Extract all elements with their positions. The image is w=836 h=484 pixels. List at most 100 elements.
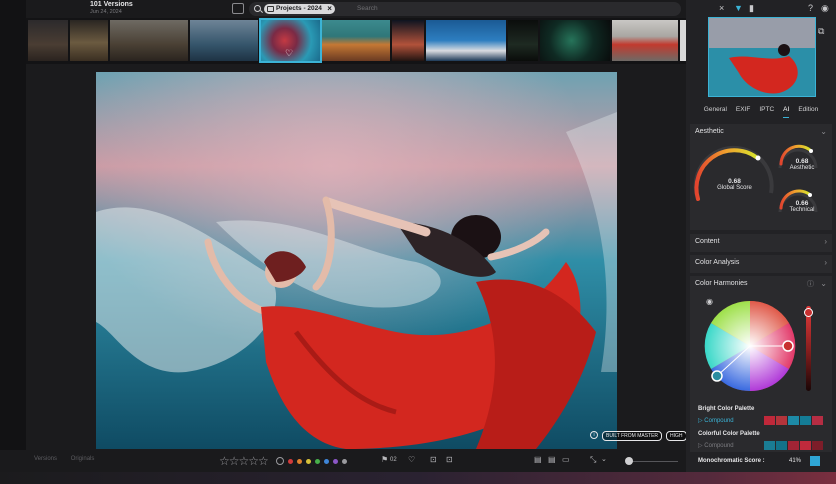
help-icon[interactable]: ?: [808, 3, 813, 13]
thumbnail[interactable]: [70, 20, 108, 61]
color-label[interactable]: [324, 458, 329, 464]
info-icon[interactable]: i: [590, 431, 598, 439]
bright-palette-mode[interactable]: ▷ Compound: [698, 417, 734, 424]
color-label[interactable]: [297, 458, 302, 464]
top-bar: 101 Versions Jun 24, 2024 Projects - 202…: [26, 0, 686, 18]
aesthetic-score: 0.68 Aesthetic: [784, 158, 820, 171]
chevron-down-icon[interactable]: ⌄: [601, 455, 607, 463]
color-swatch[interactable]: [788, 416, 799, 425]
grid-view-icon[interactable]: ▤: [534, 455, 542, 464]
zoom-slider-knob[interactable]: [625, 457, 633, 465]
search-icon: [254, 5, 261, 12]
filter-chip-projects[interactable]: Projects - 2024 ×: [264, 4, 335, 14]
color-swatch[interactable]: [764, 416, 775, 425]
color-label[interactable]: [315, 458, 320, 464]
underwater-photo-art: [96, 72, 617, 449]
histogram-icon[interactable]: ▮: [749, 3, 754, 14]
chevron-down-icon[interactable]: ⌄: [820, 127, 827, 136]
bright-palette-swatches: [764, 416, 823, 425]
compare-view-icon[interactable]: ▤: [548, 455, 556, 464]
content-title: Content: [695, 238, 720, 245]
content-section[interactable]: Content ›: [690, 234, 832, 252]
thumbnail[interactable]: [612, 20, 678, 61]
chat-icon[interactable]: [232, 3, 244, 14]
aesthetic-title[interactable]: Aesthetic: [695, 128, 724, 135]
aesthetic-score-label: Aesthetic: [789, 165, 815, 171]
monochromatic-label: Monochromatic Score :: [698, 458, 765, 464]
brightness-slider-knob[interactable]: [804, 308, 813, 317]
face-scan-icon[interactable]: ⊡: [446, 455, 453, 464]
color-swatch[interactable]: [788, 441, 799, 450]
inspector-tabs: General EXIF IPTC AI Edition: [686, 106, 836, 118]
thumbnail-selected[interactable]: ♡: [259, 18, 322, 63]
color-swatch[interactable]: [800, 416, 811, 425]
brightness-slider[interactable]: [806, 306, 811, 391]
inspector-panel: × ▼ ▮ ? ◉ ⧉ General EXIF IPTC AI Edition…: [686, 0, 836, 472]
heart-icon[interactable]: ♡: [285, 48, 293, 59]
color-label[interactable]: [333, 458, 338, 464]
info-icon[interactable]: ⓘ: [807, 279, 814, 289]
zoom-slider-track[interactable]: [628, 461, 678, 462]
thumbnail[interactable]: [190, 20, 258, 61]
filter-icon[interactable]: ▼: [734, 3, 743, 13]
versions-date: Jun 24, 2024: [90, 9, 122, 15]
colorful-palette-swatches: [764, 441, 823, 450]
flag-icon[interactable]: ⚑: [381, 455, 388, 464]
main-photo[interactable]: [96, 72, 617, 449]
tab-ai[interactable]: AI: [783, 106, 790, 118]
tab-edition[interactable]: Edition: [798, 106, 818, 118]
color-swatch[interactable]: [812, 416, 823, 425]
color-swatch[interactable]: [776, 416, 787, 425]
color-wheel[interactable]: [704, 300, 796, 392]
view-switcher: Versions Originals: [34, 456, 106, 462]
chevron-down-icon[interactable]: ⌄: [820, 279, 827, 288]
color-swatch[interactable]: [812, 441, 823, 450]
aesthetic-score-value: 0.68: [795, 158, 809, 165]
preview-art: [709, 18, 815, 96]
color-analysis-title: Color Analysis: [695, 259, 740, 266]
photo-badges: i BUILT FROM MASTER HIGH: [590, 431, 687, 441]
colorful-palette-mode[interactable]: ▷ Compound: [698, 442, 734, 449]
search-input[interactable]: Search: [357, 5, 378, 12]
color-swatch[interactable]: [764, 441, 775, 450]
color-label[interactable]: [306, 458, 311, 464]
thumbnail[interactable]: [110, 20, 188, 61]
thumbnail[interactable]: [508, 20, 538, 61]
user-icon[interactable]: ◉: [821, 3, 829, 14]
color-swatch[interactable]: [776, 441, 787, 450]
thumbnail[interactable]: [426, 20, 506, 61]
bottom-toolbar: Versions Originals ☆☆☆☆☆ ⚑ 02 ♡ ⊡ ⊡ ▤ ▤ …: [0, 450, 686, 472]
heart-icon[interactable]: ♡: [408, 455, 415, 464]
colorful-palette-mode-label: Compound: [704, 443, 734, 449]
tab-exif[interactable]: EXIF: [736, 106, 750, 118]
thumbnail[interactable]: [28, 20, 68, 61]
single-view-icon[interactable]: ▭: [562, 455, 570, 464]
thumbnail[interactable]: [540, 20, 610, 61]
quality-badge: HIGH: [666, 431, 687, 441]
star-rating[interactable]: ☆☆☆☆☆: [219, 454, 269, 468]
copy-icon[interactable]: ⧉: [818, 26, 824, 37]
color-label[interactable]: [342, 458, 347, 464]
bright-palette-title: Bright Color Palette: [698, 406, 755, 412]
thumbnail[interactable]: [322, 20, 390, 61]
thumbnail[interactable]: [392, 20, 424, 61]
built-from-master-badge: BUILT FROM MASTER: [602, 431, 663, 441]
color-harmonies-title[interactable]: Color Harmonies: [695, 280, 748, 287]
color-analysis-section[interactable]: Color Analysis ›: [690, 255, 832, 273]
close-icon[interactable]: ×: [719, 3, 724, 13]
preview-image: [708, 17, 816, 97]
face-detect-icon[interactable]: ⊡: [430, 455, 437, 464]
close-icon[interactable]: ×: [327, 4, 332, 14]
tab-iptc[interactable]: IPTC: [759, 106, 774, 118]
window-footer: [0, 472, 836, 484]
no-color-label[interactable]: [276, 457, 284, 465]
color-label[interactable]: [288, 458, 293, 464]
search-bar[interactable]: Projects - 2024 × Search: [249, 2, 681, 16]
color-labels: [276, 457, 347, 465]
versions-toggle[interactable]: Versions: [34, 456, 57, 462]
color-swatch[interactable]: [800, 441, 811, 450]
color-wheel-art: [704, 300, 796, 392]
tab-general[interactable]: General: [704, 106, 727, 118]
originals-toggle[interactable]: Originals: [71, 456, 95, 462]
fullscreen-icon[interactable]: ⤡: [590, 455, 596, 465]
